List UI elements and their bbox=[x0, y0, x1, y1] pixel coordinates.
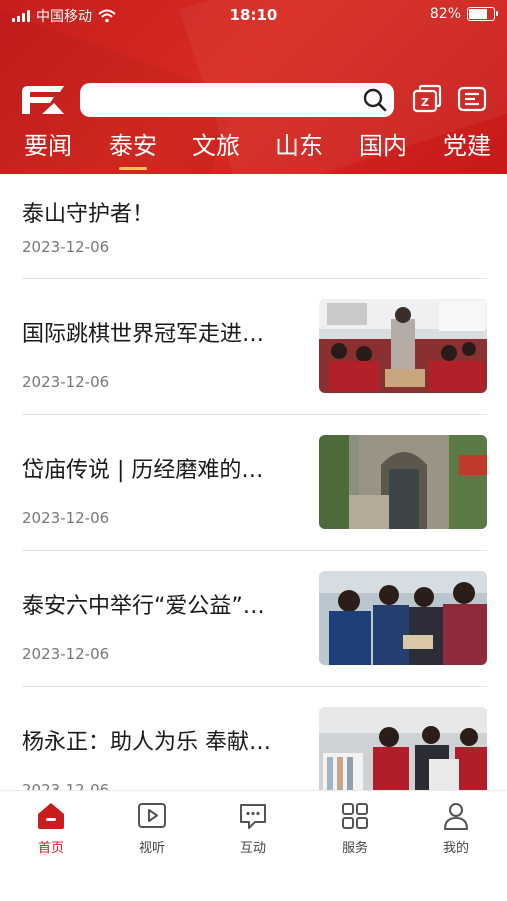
svg-text:Z: Z bbox=[421, 96, 429, 109]
tab-guonei[interactable]: 国内 bbox=[353, 128, 413, 172]
search-input[interactable] bbox=[80, 83, 370, 117]
nav-home[interactable]: 首页 bbox=[16, 801, 86, 856]
news-item[interactable]: 泰山守护者！ 2023-12-06 bbox=[22, 174, 487, 278]
news-thumbnail bbox=[319, 299, 487, 393]
status-bar: 中国移动 18:10 82% bbox=[0, 0, 507, 32]
news-feed-icon[interactable] bbox=[455, 82, 489, 116]
nav-services[interactable]: 服务 bbox=[320, 801, 390, 856]
news-title: 国际跳棋世界冠军走进… bbox=[22, 322, 265, 347]
tab-yaowen[interactable]: 要闻 bbox=[18, 128, 78, 172]
search-icon[interactable] bbox=[362, 87, 388, 113]
tab-shandong[interactable]: 山东 bbox=[269, 128, 329, 172]
news-date: 2023-12-06 bbox=[22, 373, 110, 391]
news-title: 岱庙传说 | 历经磨难的… bbox=[22, 458, 264, 483]
tab-dangjian[interactable]: 党建 bbox=[437, 128, 497, 172]
news-item[interactable]: 岱庙传说 | 历经磨难的… 2023-12-06 bbox=[22, 415, 487, 550]
nav-video[interactable]: 视听 bbox=[117, 801, 187, 856]
home-icon bbox=[38, 803, 64, 829]
battery-percent: 82% bbox=[429, 6, 461, 22]
channel-tabs: 要闻 泰安 文旅 山东 国内 党建 bbox=[0, 128, 507, 174]
tab-taian[interactable]: 泰安 bbox=[103, 128, 163, 172]
news-title: 泰山守护者！ bbox=[22, 202, 155, 227]
news-list: 泰山守护者！ 2023-12-06 国际跳棋世界冠军走进… 2023-12-06 bbox=[0, 174, 507, 790]
play-icon bbox=[138, 803, 166, 828]
tab-wenlv[interactable]: 文旅 bbox=[186, 128, 246, 172]
news-item[interactable]: 杨永正：助人为乐 奉献… 2023-12-06 bbox=[22, 687, 487, 790]
search-bar[interactable] bbox=[80, 83, 394, 117]
nav-profile[interactable]: 我的 bbox=[421, 801, 491, 856]
news-item[interactable]: 国际跳棋世界冠军走进… 2023-12-06 bbox=[22, 279, 487, 414]
news-date: 2023-12-06 bbox=[22, 645, 110, 663]
bottom-tab-bar: 首页 视听 互动 服务 我的 bbox=[0, 790, 507, 901]
chat-icon bbox=[240, 804, 266, 829]
news-date: 2023-12-06 bbox=[22, 781, 110, 790]
news-date: 2023-12-06 bbox=[22, 509, 110, 527]
news-thumbnail bbox=[319, 571, 487, 665]
active-tab-indicator bbox=[119, 167, 147, 170]
news-date: 2023-12-06 bbox=[22, 238, 110, 256]
nav-interact[interactable]: 互动 bbox=[218, 801, 288, 856]
news-item[interactable]: 泰安六中举行“爱公益”… 2023-12-06 bbox=[22, 551, 487, 686]
epaper-icon[interactable]: Z bbox=[410, 82, 444, 116]
battery-icon bbox=[467, 7, 498, 21]
news-title: 杨永正：助人为乐 奉献… bbox=[22, 730, 271, 755]
grid-icon bbox=[342, 803, 368, 829]
user-icon bbox=[444, 803, 468, 830]
app-header: 中国移动 18:10 82% Z 要闻 泰安 文旅 山东 国内 党建 bbox=[0, 0, 507, 174]
news-thumbnail bbox=[319, 435, 487, 529]
news-thumbnail bbox=[319, 707, 487, 790]
news-title: 泰安六中举行“爱公益”… bbox=[22, 594, 265, 619]
app-logo bbox=[22, 86, 64, 114]
